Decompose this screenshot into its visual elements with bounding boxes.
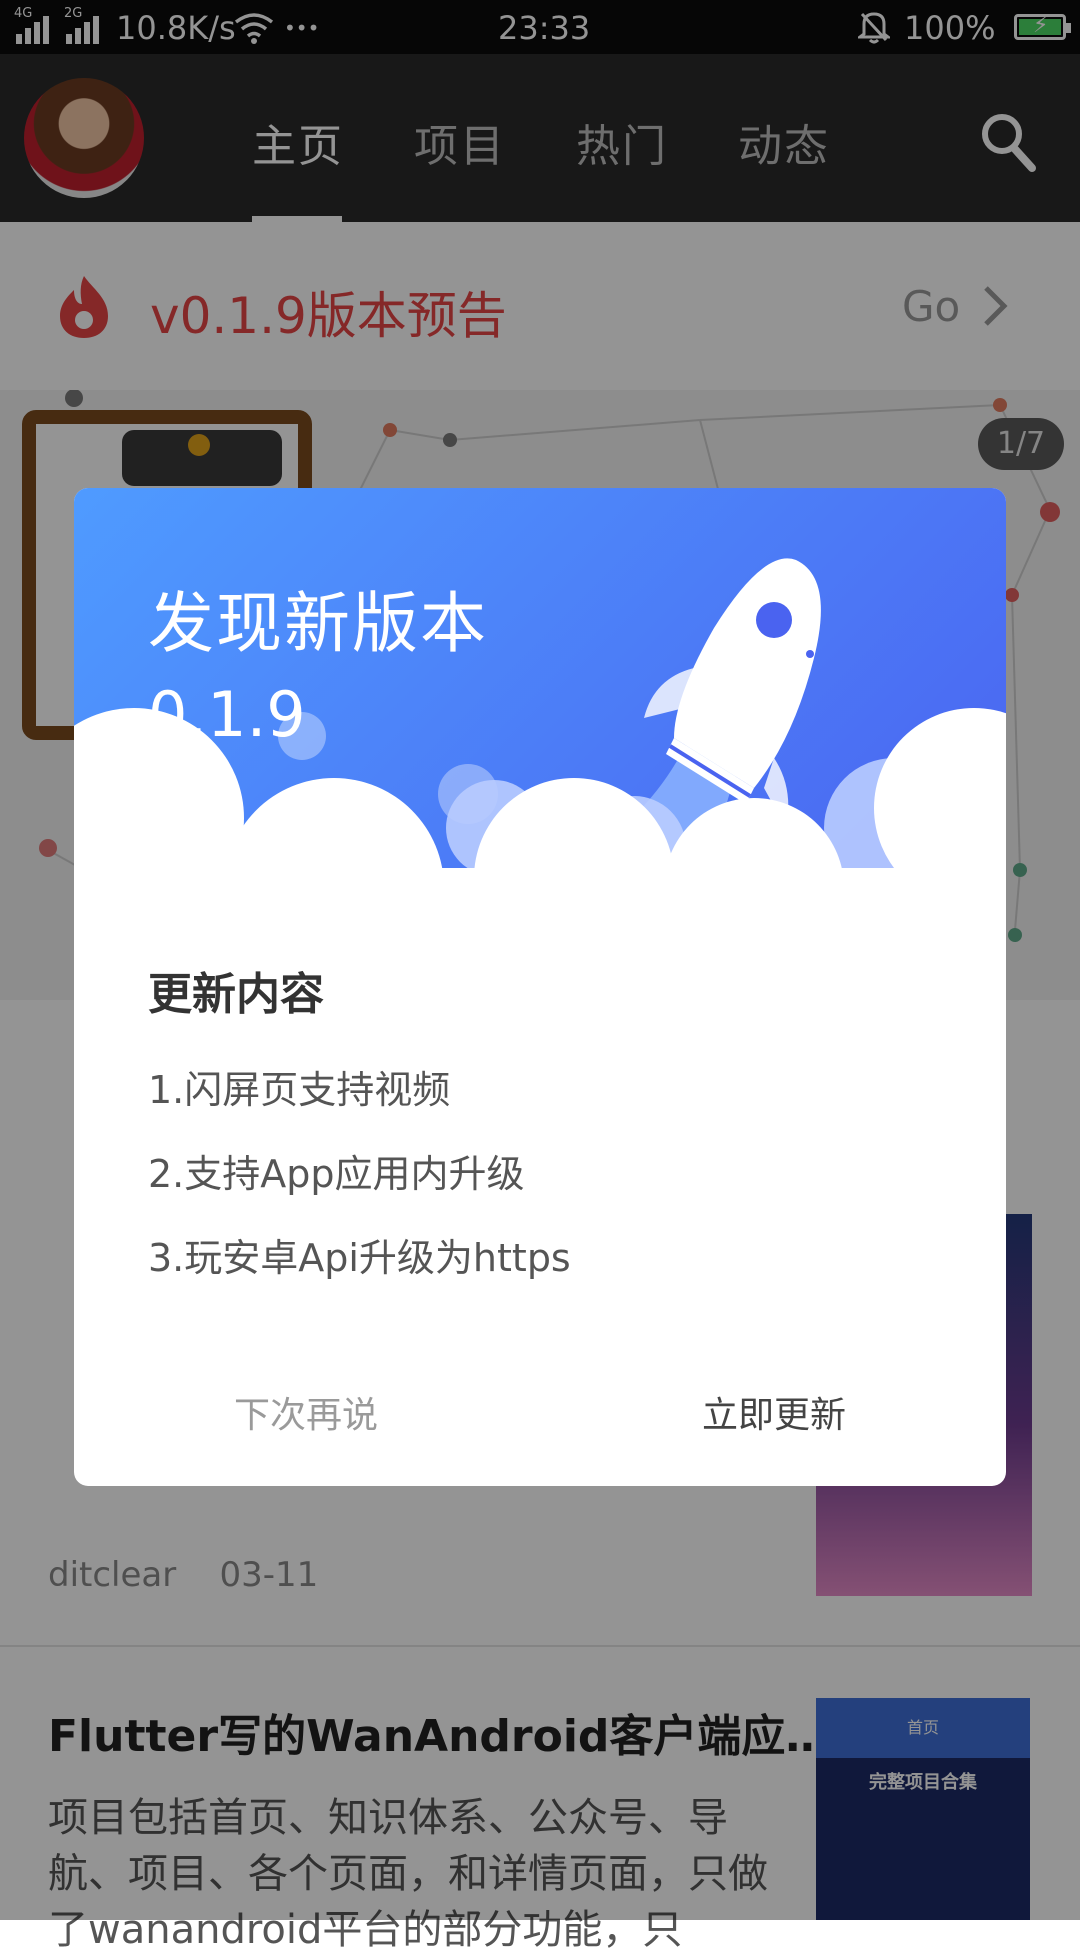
update-content-heading: 更新内容 bbox=[148, 969, 324, 1020]
update-item: 2.支持App应用内升级 bbox=[148, 1152, 525, 1196]
update-dialog: 发现新版本 0.1.9 更新内容 1.闪屏页支持视频 2.支持App应用内升级 … bbox=[74, 488, 1006, 1486]
dialog-version: 0.1.9 bbox=[148, 678, 306, 751]
update-item: 3.玩安卓Api升级为https bbox=[148, 1236, 571, 1280]
update-list: 1.闪屏页支持视频 2.支持App应用内升级 3.玩安卓Api升级为https bbox=[148, 1048, 571, 1300]
update-now-button[interactable]: 立即更新 bbox=[702, 1388, 846, 1444]
dialog-hero: 发现新版本 0.1.9 bbox=[74, 488, 1006, 908]
dialog-title: 发现新版本 bbox=[148, 585, 488, 662]
later-button[interactable]: 下次再说 bbox=[234, 1388, 378, 1444]
update-item: 1.闪屏页支持视频 bbox=[148, 1068, 451, 1112]
